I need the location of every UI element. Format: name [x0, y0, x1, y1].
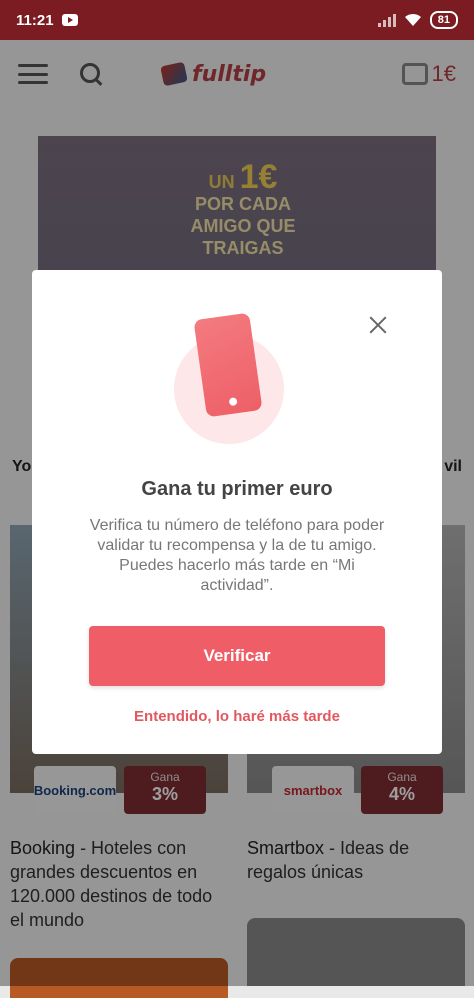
status-bar: 11:21 81	[0, 0, 474, 40]
verify-button[interactable]: Verificar	[89, 626, 385, 686]
signal-icon	[377, 13, 396, 27]
dialog-message: Verifica tu número de teléfono para pode…	[89, 517, 385, 594]
dialog-title: Gana tu primer euro	[141, 478, 333, 500]
clock: 11:21	[16, 11, 54, 29]
later-link[interactable]: Entendido, lo haré más tarde	[32, 708, 442, 725]
verify-phone-dialog: Gana tu primer euro Verifica tu número d…	[32, 270, 442, 754]
close-icon[interactable]	[366, 314, 390, 338]
youtube-icon	[61, 14, 78, 26]
battery-indicator: 81	[429, 11, 458, 29]
wifi-icon	[404, 13, 421, 26]
